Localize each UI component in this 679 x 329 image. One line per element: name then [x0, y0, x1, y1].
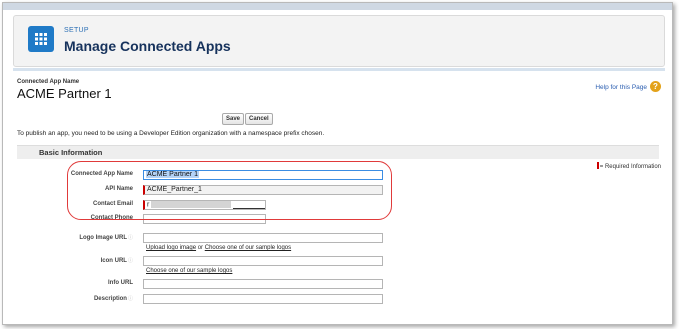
cancel-button[interactable]: Cancel [245, 113, 273, 125]
publish-info-text: To publish an app, you need to be using … [17, 130, 325, 137]
description-label: Descriptionⓘ [94, 295, 133, 302]
choose-sample-icon-logos-link[interactable]: Choose one of our sample logos [146, 268, 232, 274]
upload-logo-link[interactable]: Upload logo image [146, 245, 196, 251]
info-icon[interactable]: ⓘ [128, 296, 133, 302]
page-title: Manage Connected Apps [64, 38, 231, 54]
question-icon[interactable]: ? [650, 81, 661, 92]
description-label-text: Description [93, 296, 127, 302]
setup-label: SETUP [64, 27, 89, 34]
logo-image-url-label: Logo Image URLⓘ [79, 234, 133, 241]
required-legend: = Required Information [596, 162, 661, 170]
help-link[interactable]: Help for this Page [595, 84, 647, 91]
app-window: SETUP Manage Connected Apps Connected Ap… [2, 2, 673, 325]
info-url-label: Info URL [108, 280, 133, 286]
content-panel: Connected App Name ACME Partner 1 Help f… [13, 73, 665, 323]
info-icon[interactable]: ⓘ [128, 258, 133, 264]
header-divider [13, 68, 665, 71]
record-name: ACME Partner 1 [17, 86, 112, 101]
grid-icon [28, 26, 54, 52]
icon-links: Choose one of our sample logos [146, 268, 232, 274]
description-input[interactable] [143, 294, 383, 304]
record-type-label: Connected App Name [17, 79, 80, 85]
annotation-highlight [67, 161, 392, 220]
choose-sample-logos-link[interactable]: Choose one of our sample logos [205, 245, 291, 251]
or-text: or [197, 245, 204, 251]
save-button[interactable]: Save [222, 113, 245, 125]
section-header: Basic Information [17, 145, 659, 159]
icon-url-input[interactable] [143, 256, 383, 266]
info-url-input[interactable] [143, 279, 383, 289]
logo-image-url-input[interactable] [143, 233, 383, 243]
section-title: Basic Information [39, 148, 103, 157]
logo-image-url-label-text: Logo Image URL [79, 235, 127, 241]
required-marker [596, 162, 599, 169]
logo-links: Upload logo image or Choose one of our s… [146, 245, 291, 251]
required-legend-text: = Required Information [599, 164, 661, 170]
setup-header: SETUP Manage Connected Apps [13, 15, 665, 67]
icon-url-label: Icon URLⓘ [101, 257, 133, 264]
info-icon[interactable]: ⓘ [128, 235, 133, 241]
top-strip [3, 3, 672, 10]
icon-url-label-text: Icon URL [100, 258, 127, 264]
